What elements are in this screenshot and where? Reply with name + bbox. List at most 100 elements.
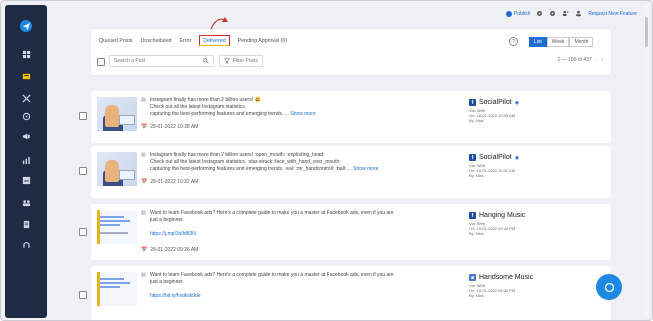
target-icon xyxy=(22,112,30,120)
pager-count: 1 — 100 of 437 xyxy=(557,57,592,63)
sidebar-item-analytics[interactable] xyxy=(5,91,47,105)
post-checkbox[interactable] xyxy=(79,291,87,299)
post-card: ▤ Want to learn Facebook ads? Here's a c… xyxy=(91,204,611,260)
post-card: ▤ Instagram finally has more than 2 bill… xyxy=(91,146,611,198)
sidebar-item-campaigns[interactable] xyxy=(5,129,47,143)
account-name[interactable]: SocialPilot xyxy=(479,154,512,161)
prev-page-icon[interactable]: ‹ xyxy=(596,57,598,63)
post-date-text: 28-01-2022 10:38 AM xyxy=(150,124,199,130)
app-window: Publish Request New Feature Queued Posts… xyxy=(0,0,653,321)
post-date: 📅 28-01-2022 10:32 AM xyxy=(141,179,198,185)
verified-icon: ◉ xyxy=(514,154,520,161)
post-text: Want to learn Facebook ads? Here's a com… xyxy=(150,210,460,238)
sidebar-item-posts[interactable] xyxy=(5,69,47,83)
tab-queued[interactable]: Queued Posts xyxy=(99,38,133,46)
post-thumbnail xyxy=(97,210,137,244)
post-link[interactable]: https://bit.ly/hsdksk9de xyxy=(150,293,460,300)
annotation-arrow-icon xyxy=(210,17,228,30)
post-account: f SocialPilot ◉ Via: Web On: 18-01-2022 10:… xyxy=(469,99,599,123)
posts-toolbar: Queued Posts Unscheduled Error Delivered… xyxy=(91,17,611,75)
scrollbar[interactable] xyxy=(644,5,649,318)
post-line: capturing the best-performing features a… xyxy=(150,111,289,117)
verified-icon: ◉ xyxy=(514,99,520,106)
tab-delivered[interactable]: Delivered xyxy=(199,35,230,46)
facebook-icon: f xyxy=(469,154,476,161)
chat-icon xyxy=(604,282,614,292)
post-link[interactable]: https://j.mp/3s9d83N xyxy=(150,231,460,238)
post-line: Want to learn Facebook ads? Here's a com… xyxy=(150,210,394,216)
sidebar-item-dashboard[interactable] xyxy=(5,47,47,61)
post-account: f SocialPilot ◉ Via: Web On: 18-01-2022 10:… xyxy=(469,154,599,178)
publish-icon xyxy=(505,10,512,17)
publish-link[interactable]: Publish xyxy=(505,10,531,17)
post-line: Check out all the latest Instagram stati… xyxy=(150,159,341,165)
post-thumbnail xyxy=(97,152,137,186)
post-date-text: 28-01-2022 10:32 AM xyxy=(150,179,199,185)
account-name[interactable]: Hanging Music xyxy=(479,212,525,219)
settings-icon[interactable] xyxy=(536,10,543,17)
post-date: 📅 28-01-2022 09:26 AM xyxy=(141,247,198,253)
post-line: Check out all the latest Instagram stati… xyxy=(150,104,247,110)
view-month-button[interactable]: Month xyxy=(569,37,594,47)
message-icon: ▤ xyxy=(141,272,146,278)
sidebar-item-inbox[interactable] xyxy=(5,173,47,187)
post-text: Instagram finally has more than 2 billio… xyxy=(150,152,460,173)
search-input[interactable]: Search a Post xyxy=(109,55,214,67)
post-checkbox[interactable] xyxy=(79,112,87,120)
notification-settings-icon[interactable] xyxy=(549,10,556,17)
sidebar-item-content[interactable] xyxy=(5,217,47,231)
filter-posts-button[interactable]: Filter Posts xyxy=(219,55,264,67)
grid-icon xyxy=(22,50,30,58)
select-all-checkbox[interactable] xyxy=(97,58,105,66)
chat-button[interactable] xyxy=(596,274,622,300)
post-date-text: 28-01-2022 09:26 AM xyxy=(150,247,199,253)
account-name[interactable]: SocialPilot xyxy=(479,99,512,106)
post-line: just a beginner. xyxy=(150,217,184,223)
tab-pending-approval[interactable]: Pending Approval (0) xyxy=(238,38,287,46)
post-text: Want to learn Facebook ads? Here's a com… xyxy=(150,272,460,300)
crossed-tools-icon xyxy=(21,93,31,103)
show-more-link[interactable]: Show more xyxy=(290,111,315,117)
view-week-button[interactable]: Week xyxy=(546,37,570,47)
message-icon: ▤ xyxy=(141,97,146,103)
post-line: Want to learn Facebook ads? Here's a com… xyxy=(150,272,394,278)
scrollbar-thumb[interactable] xyxy=(645,17,648,47)
post-by: By: Nick xyxy=(469,231,484,236)
post-checkbox[interactable] xyxy=(79,228,87,236)
headset-icon xyxy=(22,241,30,248)
sidebar-item-connect[interactable] xyxy=(5,109,47,123)
post-account: f Hanging Music Via: Web On: 19-01-2022 09… xyxy=(469,212,599,236)
sidebar xyxy=(5,5,47,318)
account-name[interactable]: Handsome Music xyxy=(479,274,533,281)
sidebar-item-reports[interactable] xyxy=(5,153,47,167)
publish-label: Publish xyxy=(513,10,531,17)
post-text: Instagram finally has more than 2 billio… xyxy=(150,97,460,118)
sidebar-item-team[interactable] xyxy=(5,195,47,209)
post-date: 📅 28-01-2022 10:38 AM xyxy=(141,124,198,130)
profile-icon[interactable] xyxy=(575,10,582,17)
search-placeholder: Search a Post xyxy=(114,58,146,64)
filter-label: Filter Posts xyxy=(233,58,259,64)
page-icon: ■ xyxy=(469,274,476,281)
inbox-icon xyxy=(22,176,30,184)
request-feature-link[interactable]: Request New Feature xyxy=(588,11,637,17)
next-page-icon[interactable]: › xyxy=(601,57,603,63)
tab-error[interactable]: Error xyxy=(180,38,192,46)
sidebar-item-compose[interactable] xyxy=(5,19,47,33)
post-line: Instagram finally has more than 2 billio… xyxy=(150,152,325,158)
help-icon[interactable]: ? xyxy=(509,37,518,46)
post-thumbnail xyxy=(97,272,137,306)
post-checkbox[interactable] xyxy=(79,167,87,175)
show-more-link[interactable]: Show more xyxy=(353,166,378,172)
post-by: By: Nick xyxy=(469,293,484,298)
calendar-icon: 📅 xyxy=(141,247,148,253)
facebook-icon: f xyxy=(469,212,476,219)
view-list-button[interactable]: List xyxy=(529,37,547,47)
view-toggle: List Week Month xyxy=(529,37,594,47)
bar-chart-icon xyxy=(22,156,30,164)
user-switch-icon[interactable] xyxy=(562,10,569,17)
tab-unscheduled[interactable]: Unscheduled xyxy=(141,38,172,46)
sidebar-item-support[interactable] xyxy=(5,237,47,251)
document-icon xyxy=(23,220,29,228)
message-icon: ▤ xyxy=(141,152,146,158)
